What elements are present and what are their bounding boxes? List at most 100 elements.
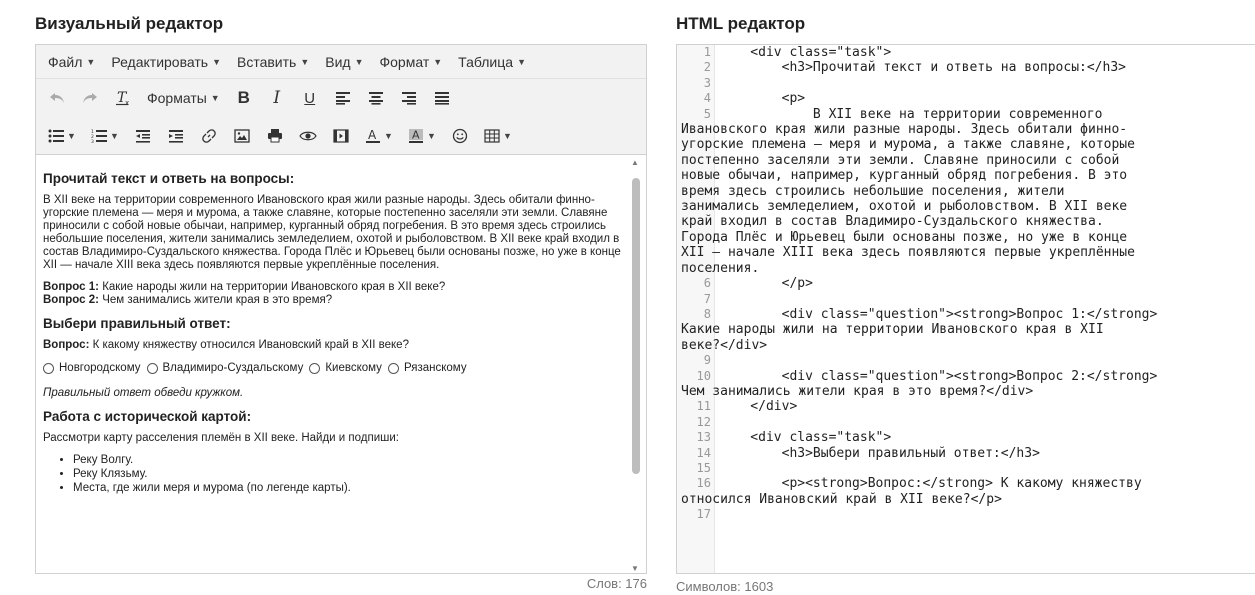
caret-down-icon: ▼: [67, 130, 76, 141]
outdent-icon[interactable]: [128, 123, 158, 149]
redo-icon[interactable]: [75, 85, 105, 111]
list-item: Места, где жили меря и мурома (по легенд…: [73, 482, 622, 495]
caret-down-icon: ▼: [210, 93, 220, 103]
code-line[interactable]: 8 <div class="question"><strong>Вопрос 1…: [677, 307, 1255, 353]
menu-insert[interactable]: Вставить ▼: [229, 54, 317, 70]
option-novgorod[interactable]: Новгородскому: [43, 362, 141, 375]
code-line[interactable]: 1 <div class="task">: [677, 45, 1255, 60]
background-color-icon[interactable]: A ▼: [402, 123, 442, 149]
menu-edit[interactable]: Редактировать ▼: [103, 54, 229, 70]
text-color-icon[interactable]: A ▼: [359, 123, 399, 149]
line-number: 2: [703, 60, 711, 75]
caret-down-icon: ▼: [86, 56, 96, 67]
formats-dropdown[interactable]: Форматы ▼: [141, 85, 226, 111]
code-line[interactable]: 5 В XII веке на территории современного И…: [677, 107, 1255, 276]
caret-down-icon: ▼: [503, 130, 512, 141]
visual-editor-panel: Визуальный редактор Файл ▼ Редактировать ▼…: [35, 10, 650, 591]
line-number: 15: [696, 460, 711, 475]
scroll-down-icon[interactable]: ▼: [631, 564, 639, 573]
align-right-icon[interactable]: [394, 85, 424, 111]
code-line[interactable]: 13 <div class="task">: [677, 430, 1255, 445]
code-line[interactable]: 10 <div class="question"><strong>Вопрос …: [677, 369, 1255, 400]
code-line[interactable]: 4 <p>: [677, 91, 1255, 106]
code-line[interactable]: 7: [677, 292, 1255, 307]
indent-icon[interactable]: [161, 123, 191, 149]
editor-content[interactable]: Прочитай текст и ответь на вопросы: В XI…: [36, 156, 646, 573]
align-center-icon[interactable]: [361, 85, 391, 111]
undo-icon[interactable]: [42, 85, 72, 111]
code-text: <h3>Прочитай текст и ответь на вопросы:<…: [719, 60, 1126, 76]
code-line[interactable]: 16 <p><strong>Вопрос:</strong> К какому …: [677, 476, 1255, 507]
caret-down-icon: ▼: [354, 56, 364, 67]
scrollbar-thumb[interactable]: [632, 178, 640, 474]
wysiwyg-editor: Файл ▼ Редактировать ▼ Вставить ▼ Вид ▼ Форм…: [35, 44, 647, 574]
code-line[interactable]: 12: [677, 415, 1255, 430]
code-line[interactable]: 6 </p>: [677, 276, 1255, 291]
heading-read-text: Прочитай текст и ответь на вопросы:: [43, 171, 295, 186]
radio-icon[interactable]: [146, 363, 158, 374]
radio-icon[interactable]: [387, 363, 399, 374]
image-icon[interactable]: [227, 123, 257, 149]
option-vladimir-suzdal[interactable]: Владимиро-Суздальскому: [146, 362, 303, 375]
svg-text:A: A: [412, 128, 420, 141]
heading-choose-answer: Выбери правильный ответ:: [43, 316, 231, 331]
scroll-up-icon[interactable]: ▲: [631, 158, 639, 167]
align-left-icon[interactable]: [328, 85, 358, 111]
code-line[interactable]: 11 </div>: [677, 399, 1255, 414]
code-editor[interactable]: 1 <div class="task"> 2 <h3>Прочитай текст…: [676, 44, 1255, 574]
code-line[interactable]: 15: [677, 461, 1255, 476]
align-justify-icon[interactable]: [427, 85, 457, 111]
code-text: <div class="task">: [719, 430, 892, 446]
bold-icon[interactable]: B: [229, 85, 259, 111]
code-text: <div class="question"><strong>Вопрос 2:<…: [681, 368, 1158, 399]
line-number: 4: [703, 91, 711, 106]
underline-icon[interactable]: U: [295, 85, 325, 111]
code-line[interactable]: 14 <h3>Выбери правильный ответ:</h3>: [677, 446, 1255, 461]
caret-down-icon: ▼: [300, 56, 310, 67]
question-1: Вопрос 1: Какие народы жили на территори…: [43, 281, 446, 293]
caret-down-icon: ▼: [433, 56, 443, 67]
option-kiev[interactable]: Киевскому: [309, 362, 382, 375]
answer-options: Новгородскому Владимиро-Суздальскому Кие…: [43, 362, 622, 375]
html-editor-panel: HTML редактор 1 <div class="task"> 2 <h3>…: [676, 10, 1255, 594]
code-text: <p><strong>Вопрос:</strong> К какому кня…: [681, 476, 1142, 507]
line-number: 16: [696, 476, 711, 491]
radio-icon[interactable]: [43, 363, 54, 374]
code-line[interactable]: 2 <h3>Прочитай текст и ответь на вопросы…: [677, 60, 1255, 75]
bullet-list-icon[interactable]: ▼: [42, 123, 82, 149]
menu-file[interactable]: Файл ▼: [40, 54, 103, 70]
line-number: 10: [696, 368, 711, 383]
code-lines: 1 <div class="task"> 2 <h3>Прочитай текст…: [677, 45, 1255, 523]
history-paragraph: В XII веке на территории современного Ив…: [43, 194, 621, 271]
code-line[interactable]: 17: [677, 507, 1255, 522]
toolbar-row-2: ▼ 123 ▼ A ▼ A ▼ ▼: [36, 117, 646, 155]
code-line[interactable]: 9: [677, 353, 1255, 368]
preview-eye-icon[interactable]: [293, 123, 323, 149]
menu-view[interactable]: Вид ▼: [317, 54, 371, 70]
radio-icon[interactable]: [309, 363, 321, 374]
caret-down-icon: ▼: [384, 130, 393, 141]
clear-format-icon[interactable]: Tx: [108, 85, 138, 111]
option-ryazan[interactable]: Рязанскому: [387, 362, 467, 375]
code-text: </div>: [719, 399, 798, 415]
code-line[interactable]: 3: [677, 76, 1255, 91]
editor-scrollbar[interactable]: ▲ ▼: [630, 156, 642, 573]
line-number: 6: [703, 276, 711, 291]
code-text: В XII веке на территории современного Ива…: [681, 106, 1135, 276]
char-count: Символов: 1603: [676, 579, 774, 594]
table-icon[interactable]: ▼: [478, 123, 518, 149]
menu-table[interactable]: Таблица ▼: [450, 54, 534, 70]
line-number: 13: [696, 430, 711, 445]
emoticon-icon[interactable]: [445, 123, 475, 149]
media-icon[interactable]: [326, 123, 356, 149]
link-icon[interactable]: [194, 123, 224, 149]
print-icon[interactable]: [260, 123, 290, 149]
menubar: Файл ▼ Редактировать ▼ Вставить ▼ Вид ▼ Форм…: [36, 45, 646, 79]
list-item: Реку Клязьму.: [73, 468, 622, 481]
italic-icon[interactable]: I: [262, 85, 292, 111]
menu-format[interactable]: Формат ▼: [372, 54, 451, 70]
numbered-list-icon[interactable]: 123 ▼: [85, 123, 125, 149]
